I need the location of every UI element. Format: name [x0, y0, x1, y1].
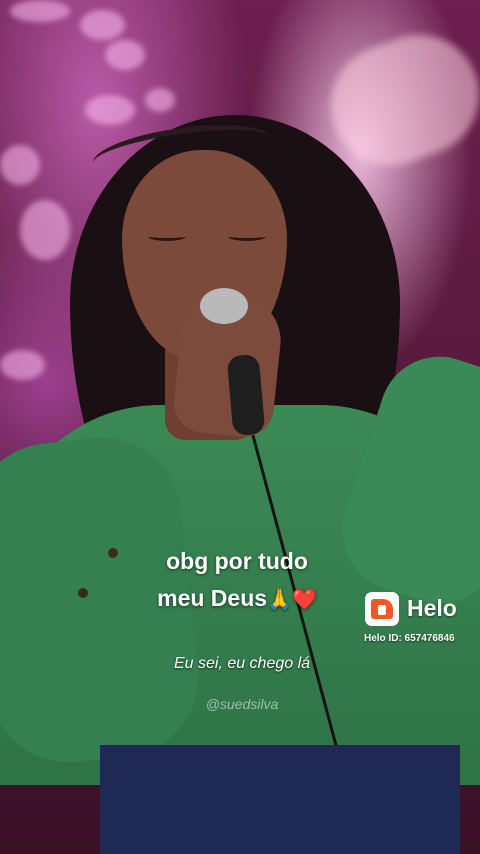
stage-light: [0, 145, 40, 185]
stage-light: [85, 95, 135, 125]
creator-handle: @suedsilva: [205, 696, 279, 712]
stage-light: [80, 10, 125, 40]
video-subtitle: Eu sei, eu chego lá: [173, 655, 311, 672]
helo-id: Helo ID: 657476846: [364, 633, 455, 644]
microphone-head: [200, 288, 248, 324]
stage-light: [20, 200, 70, 260]
eye-right: [228, 232, 266, 241]
stage-light: [105, 40, 145, 70]
helo-logo-icon: [365, 592, 399, 626]
caption-text: meu Deus: [157, 585, 268, 611]
caption-line-1: obg por tudo: [166, 548, 308, 574]
eye-left: [148, 232, 186, 241]
stage-light: [0, 350, 45, 380]
pants: [100, 745, 460, 854]
pray-emoji-icon: 🙏: [267, 589, 292, 611]
helo-brand-name: Helo: [407, 595, 457, 621]
video-player[interactable]: obg por tudo meu Deus🙏❤️ Eu sei, eu cheg…: [0, 0, 480, 854]
caption-line-2: meu Deus🙏❤️: [0, 583, 477, 615]
microphone-body: [226, 353, 266, 437]
heart-emoji-icon: ❤️: [291, 589, 317, 611]
stage-light: [10, 0, 70, 22]
stage-light: [145, 88, 175, 112]
